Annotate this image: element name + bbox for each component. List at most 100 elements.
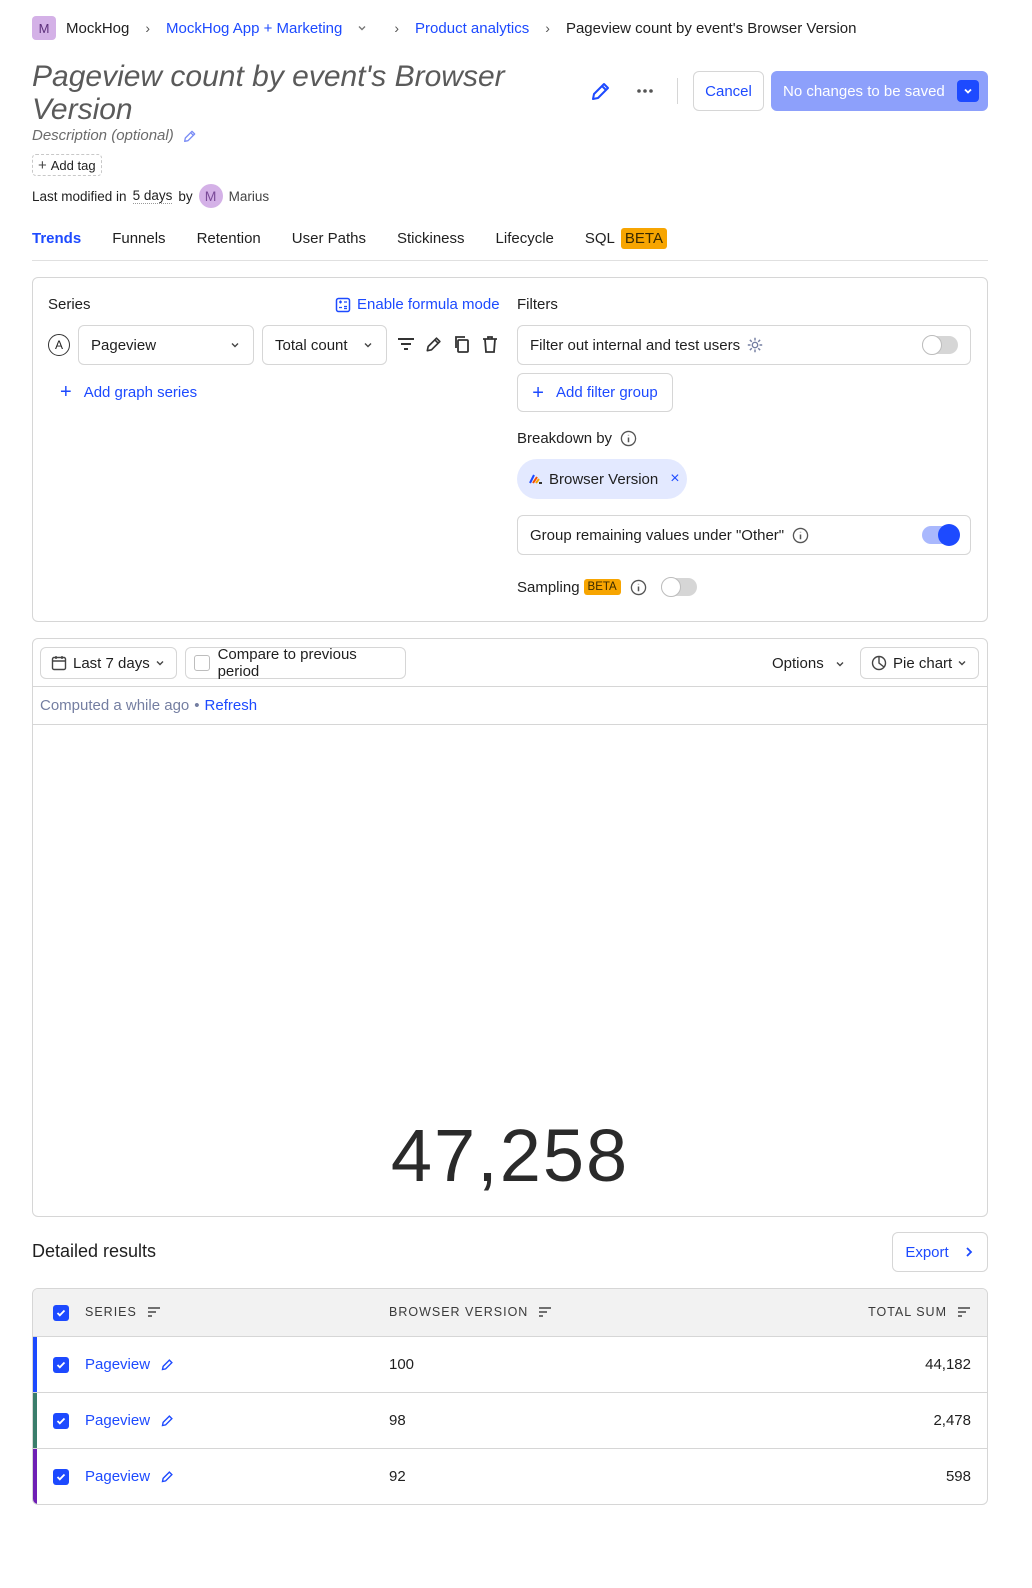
series-filter-button[interactable] bbox=[396, 334, 416, 354]
row-checkbox[interactable] bbox=[53, 1413, 69, 1429]
series-heading: Series bbox=[48, 296, 91, 313]
tab-sql[interactable]: SQL BETA bbox=[584, 227, 667, 249]
info-icon[interactable] bbox=[620, 430, 637, 447]
column-browser-version[interactable]: BROWSER VERSION bbox=[389, 1305, 552, 1319]
computed-status: Computed a while ago • Refresh bbox=[40, 697, 257, 714]
row-series-label: Pageview bbox=[85, 1412, 151, 1429]
column-total-sum[interactable]: TOTAL SUM bbox=[868, 1305, 971, 1319]
last-modified-when: 5 days bbox=[132, 188, 173, 204]
options-button[interactable]: Options bbox=[772, 655, 846, 672]
add-filter-group-button[interactable]: + Add filter group bbox=[517, 373, 673, 412]
row-checkbox[interactable] bbox=[53, 1469, 69, 1485]
calendar-icon bbox=[51, 656, 67, 671]
check-icon bbox=[56, 1361, 66, 1369]
column-series[interactable]: SERIES bbox=[85, 1305, 161, 1319]
chevron-right-icon bbox=[966, 1247, 972, 1257]
column-browser-version-label: BROWSER VERSION bbox=[389, 1305, 529, 1319]
tab-trends[interactable]: Trends bbox=[32, 230, 81, 247]
check-icon bbox=[56, 1473, 66, 1481]
pencil-icon[interactable] bbox=[160, 1357, 175, 1372]
results-table: SERIES BROWSER VERSION TOTAL SUM Pagevie… bbox=[32, 1288, 988, 1505]
sampling-toggle[interactable] bbox=[660, 577, 697, 597]
table-row: Pageview 98 2,478 bbox=[33, 1393, 987, 1449]
compare-label: Compare to previous period bbox=[217, 646, 357, 680]
chart-type-wrap: Pie chart bbox=[871, 655, 952, 672]
breadcrumb-section[interactable]: Product analytics bbox=[415, 20, 529, 37]
page-title[interactable]: Pageview count by event's Browser Versio… bbox=[32, 60, 562, 126]
sort-icon bbox=[539, 1307, 552, 1317]
tab-sql-label: SQL bbox=[584, 229, 615, 247]
cancel-button[interactable]: Cancel bbox=[693, 71, 764, 111]
series-delete-button[interactable] bbox=[480, 334, 500, 354]
tab-funnels[interactable]: Funnels bbox=[112, 230, 165, 247]
chart-type-select[interactable]: Pie chart bbox=[860, 647, 979, 679]
formula-mode-button[interactable]: Enable formula mode bbox=[335, 296, 500, 313]
gear-icon[interactable] bbox=[746, 336, 764, 354]
add-graph-series-button[interactable]: + Add graph series bbox=[60, 381, 198, 403]
row-browser-version: 92 bbox=[389, 1468, 406, 1485]
add-tag-button[interactable]: + Add tag bbox=[32, 154, 102, 176]
chevron-down-icon[interactable] bbox=[352, 22, 378, 34]
formula-mode-label: Enable formula mode bbox=[357, 296, 500, 313]
row-browser-version: 98 bbox=[389, 1412, 406, 1429]
series-letter-text: A bbox=[54, 338, 63, 352]
breakdown-heading-wrap: Breakdown by bbox=[517, 430, 637, 447]
event-select[interactable]: Pageview bbox=[78, 325, 254, 365]
checkbox-empty[interactable] bbox=[194, 655, 210, 671]
plus-icon: + bbox=[60, 381, 72, 403]
breadcrumb-org[interactable]: MockHog bbox=[66, 20, 129, 37]
row-series-label: Pageview bbox=[85, 1356, 151, 1373]
close-icon[interactable]: × bbox=[670, 470, 679, 488]
refresh-link[interactable]: Refresh bbox=[205, 697, 258, 714]
description-field[interactable]: Description (optional) bbox=[32, 127, 198, 144]
save-button[interactable]: No changes to be saved bbox=[771, 71, 988, 111]
row-checkbox[interactable] bbox=[53, 1357, 69, 1373]
series-rename-button[interactable] bbox=[424, 334, 444, 354]
insight-tabs: Trends Funnels Retention User Paths Stic… bbox=[32, 226, 667, 250]
breadcrumb-project[interactable]: MockHog App + Marketing bbox=[166, 20, 342, 37]
series-color-stripe bbox=[33, 1449, 37, 1504]
beta-badge: BETA bbox=[583, 579, 621, 595]
breadcrumb: M MockHog › MockHog App + Marketing › Pr… bbox=[32, 14, 856, 42]
group-other-toggle[interactable] bbox=[922, 524, 960, 546]
series-duplicate-button[interactable] bbox=[452, 334, 472, 354]
add-graph-series-label: Add graph series bbox=[83, 383, 198, 401]
pencil-icon bbox=[592, 83, 609, 100]
row-series-link[interactable]: Pageview bbox=[85, 1468, 175, 1485]
chevron-down-icon bbox=[364, 343, 372, 348]
plus-icon: + bbox=[532, 381, 544, 404]
computed-divider bbox=[33, 724, 987, 725]
column-series-label: SERIES bbox=[85, 1305, 137, 1319]
avatar: M bbox=[198, 184, 223, 208]
info-icon[interactable] bbox=[630, 579, 647, 596]
group-other-setting[interactable]: Group remaining values under "Other" bbox=[517, 515, 971, 555]
more-button[interactable] bbox=[634, 82, 656, 100]
info-icon[interactable] bbox=[792, 527, 809, 544]
pencil-icon[interactable] bbox=[160, 1413, 175, 1428]
row-series-link[interactable]: Pageview bbox=[85, 1356, 175, 1373]
breadcrumb-current: Pageview count by event's Browser Versio… bbox=[565, 19, 857, 37]
save-options-button[interactable] bbox=[957, 80, 979, 102]
row-series-link[interactable]: Pageview bbox=[85, 1412, 175, 1429]
browser-icon bbox=[529, 474, 542, 484]
chevron-down-icon bbox=[958, 661, 966, 666]
more-icon bbox=[637, 89, 653, 93]
date-range-select[interactable]: Last 7 days bbox=[40, 647, 177, 679]
sampling-row: Sampling BETA bbox=[517, 577, 697, 597]
export-button[interactable]: Export bbox=[892, 1232, 988, 1272]
tab-retention[interactable]: Retention bbox=[197, 230, 261, 247]
tab-lifecycle[interactable]: Lifecycle bbox=[496, 230, 554, 247]
export-label: Export bbox=[905, 1243, 949, 1261]
check-icon bbox=[56, 1309, 66, 1317]
edit-title-button[interactable] bbox=[589, 79, 613, 103]
breakdown-pill[interactable]: Browser Version × bbox=[517, 459, 687, 499]
compare-checkbox[interactable]: Compare to previous period bbox=[185, 646, 406, 680]
tab-user-paths[interactable]: User Paths bbox=[292, 230, 366, 247]
pencil-icon[interactable] bbox=[160, 1469, 175, 1484]
select-all-checkbox[interactable] bbox=[53, 1305, 69, 1321]
internal-users-toggle[interactable] bbox=[922, 335, 958, 355]
tab-stickiness[interactable]: Stickiness bbox=[397, 230, 465, 247]
internal-users-filter[interactable]: Filter out internal and test users bbox=[517, 325, 971, 365]
aggregation-select[interactable]: Total count bbox=[262, 325, 387, 365]
aggregation-select-value: Total count bbox=[275, 336, 348, 354]
